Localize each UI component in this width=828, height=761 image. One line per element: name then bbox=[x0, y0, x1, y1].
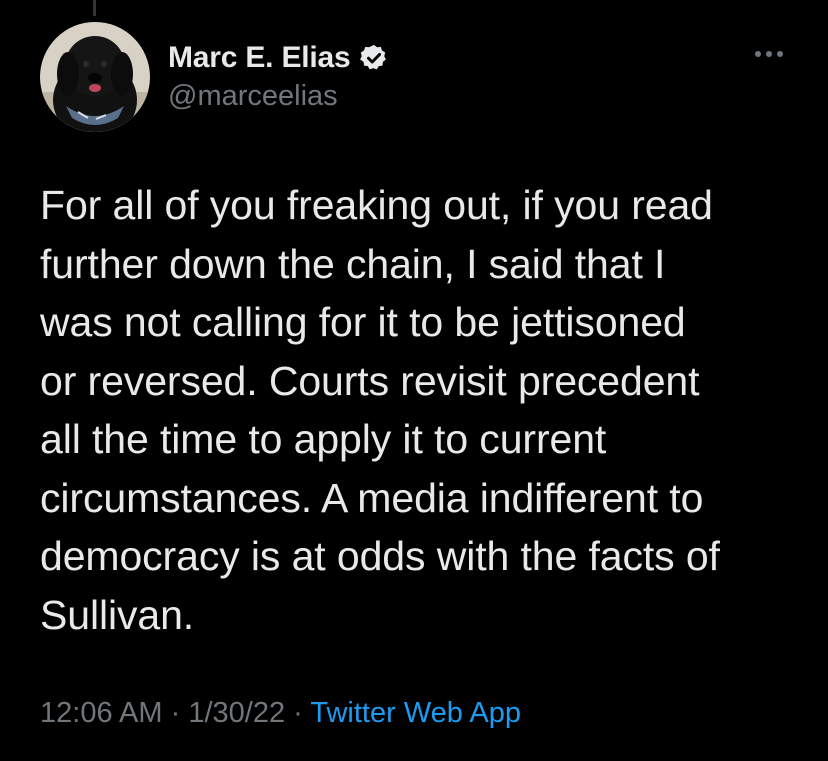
verified-badge-icon bbox=[359, 43, 389, 73]
tweet-date[interactable]: 1/30/22 bbox=[188, 697, 285, 729]
author-handle[interactable]: @marceelias bbox=[168, 80, 389, 113]
tweet-text: For all of you freaking out, if you read… bbox=[40, 182, 720, 638]
dog-avatar-icon bbox=[40, 22, 150, 132]
thread-connector-line bbox=[93, 0, 96, 16]
author-avatar[interactable] bbox=[40, 22, 150, 132]
meta-separator: · bbox=[170, 697, 181, 729]
author-display-name[interactable]: Marc E. Elias bbox=[168, 41, 351, 75]
tweet-metadata: 12:06 AM · 1/30/22 · Twitter Web App bbox=[40, 697, 521, 730]
author-block[interactable]: Marc E. Elias @marceelias bbox=[168, 40, 389, 113]
author-name-row: Marc E. Elias bbox=[168, 40, 389, 76]
tweet-source-link[interactable]: Twitter Web App bbox=[310, 697, 521, 729]
more-horizontal-icon[interactable] bbox=[752, 46, 786, 62]
tweet-time[interactable]: 12:06 AM bbox=[40, 697, 163, 729]
meta-separator: · bbox=[293, 697, 303, 729]
